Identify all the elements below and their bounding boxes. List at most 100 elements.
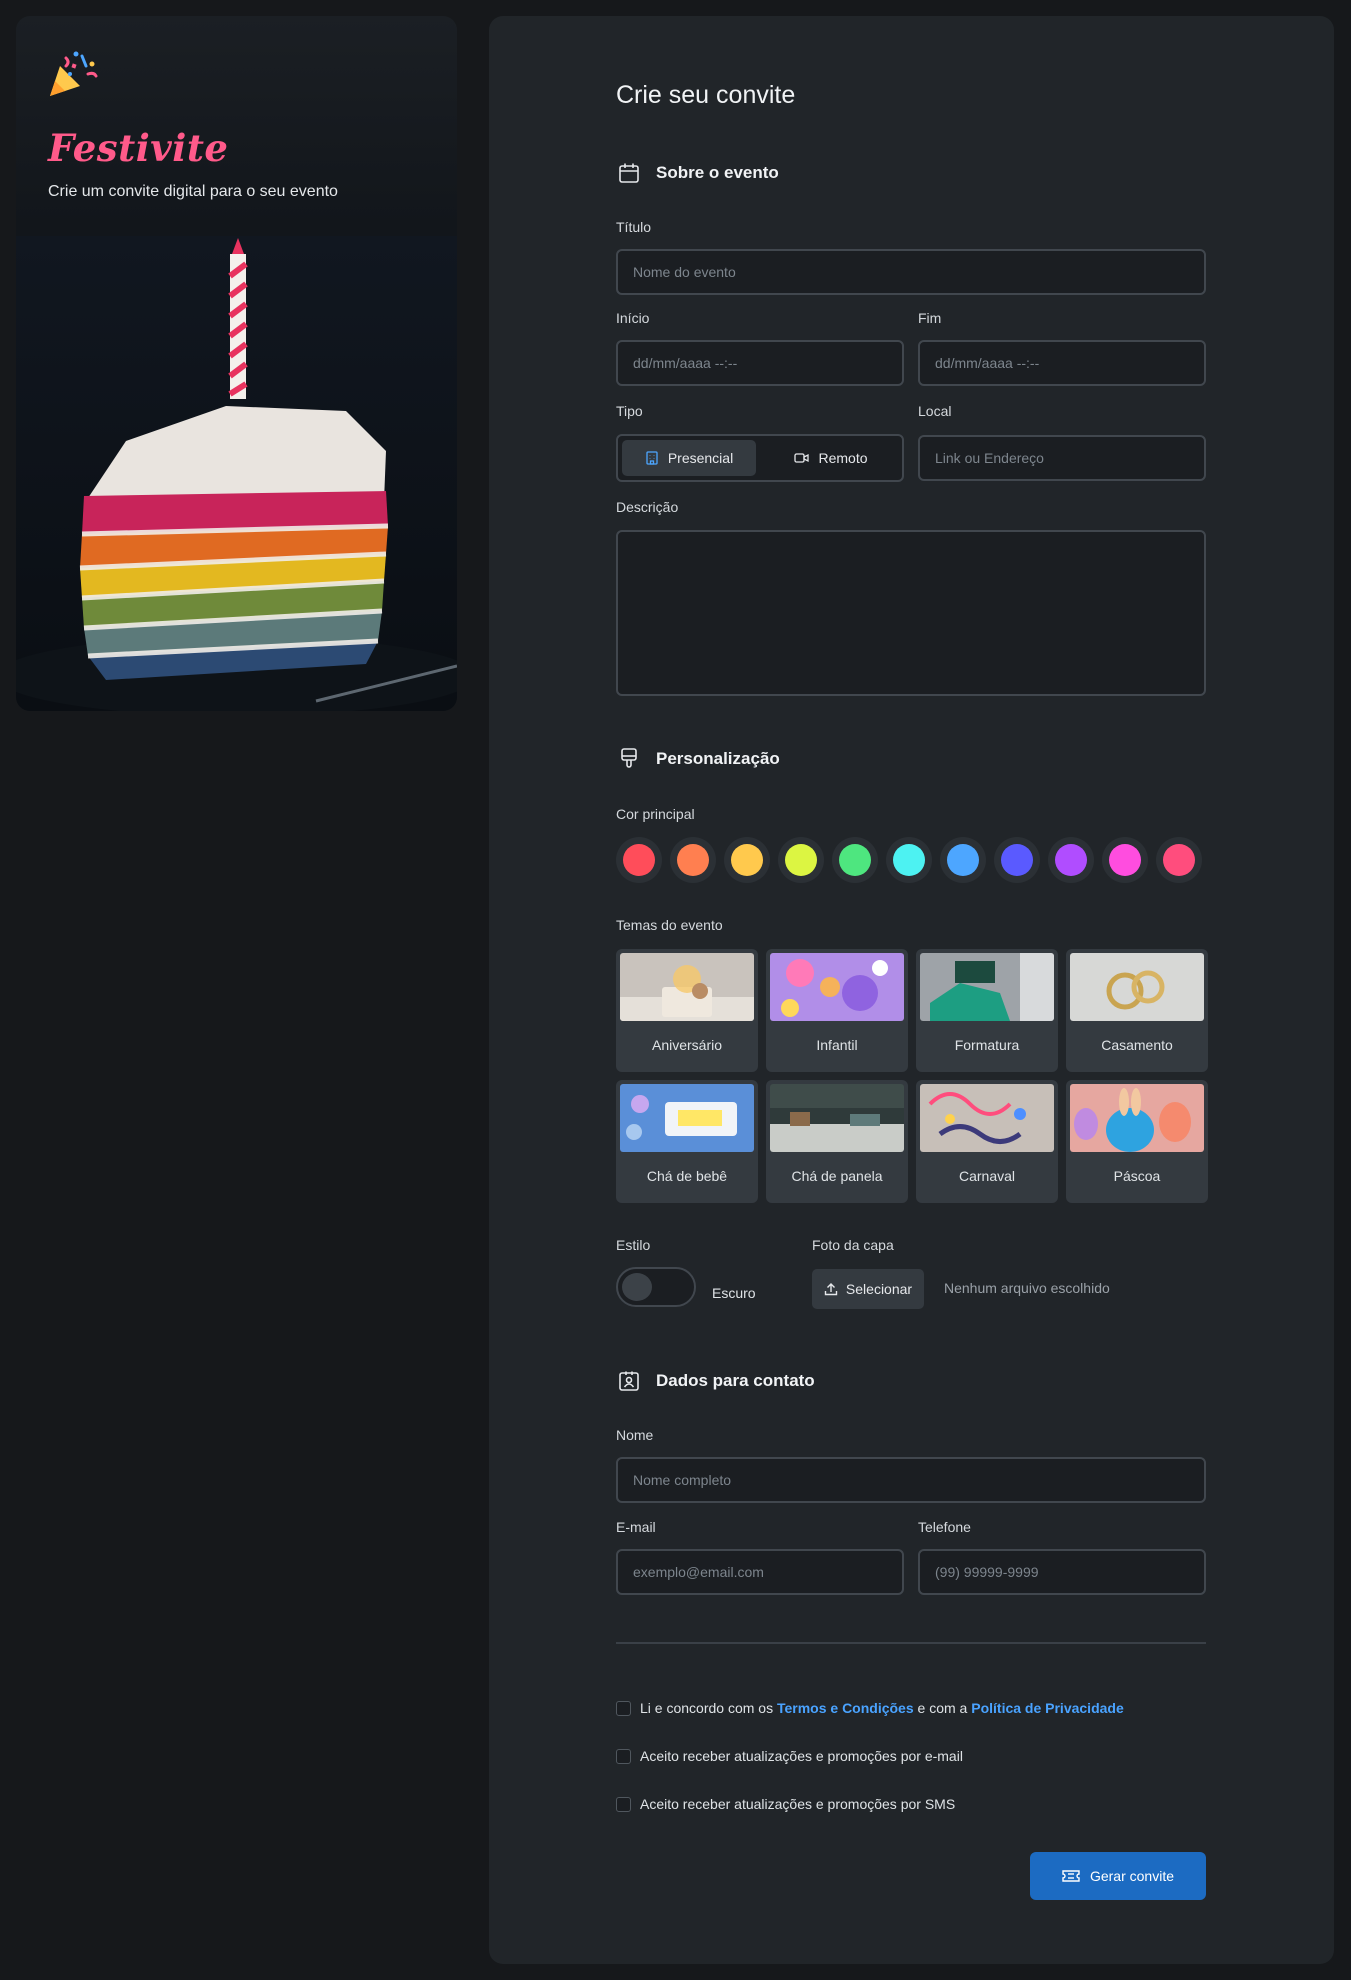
email-label: E-mail	[616, 1519, 656, 1535]
sms-optin-row: Aceito receber atualizações e promoções …	[616, 1796, 955, 1812]
color-swatch[interactable]	[616, 837, 662, 883]
theme-thumbnail	[620, 1084, 754, 1152]
main-color-label: Cor principal	[616, 806, 695, 822]
phone-input[interactable]	[918, 1549, 1206, 1595]
brand-tagline: Crie um convite digital para o seu event…	[48, 183, 338, 200]
name-input[interactable]	[616, 1457, 1206, 1503]
color-swatch-dot	[1163, 844, 1195, 876]
section-contact: Dados para contato	[616, 1368, 815, 1394]
theme-card[interactable]: Aniversário	[616, 949, 758, 1072]
description-textarea[interactable]	[616, 530, 1206, 696]
title-label: Título	[616, 219, 652, 235]
color-swatch[interactable]	[1156, 837, 1202, 883]
section-about-title: Sobre o evento	[656, 163, 779, 182]
style-value: Escuro	[712, 1285, 756, 1301]
upload-icon	[824, 1283, 838, 1296]
email-optin-label: Aceito receber atualizações e promoções …	[640, 1748, 963, 1764]
description-label: Descrição	[616, 499, 679, 515]
building-icon	[646, 451, 658, 465]
sms-optin-label: Aceito receber atualizações e promoções …	[640, 1796, 956, 1812]
type-option-remote-label: Remoto	[818, 450, 868, 466]
theme-label: Chá de bebê	[646, 1168, 728, 1184]
color-swatch-dot	[677, 844, 709, 876]
color-swatch-dot	[731, 844, 763, 876]
event-title-input[interactable]	[616, 249, 1206, 295]
terms-prefix: Li e concordo com os	[640, 1700, 774, 1716]
theme-card[interactable]: Casamento	[1066, 949, 1208, 1072]
color-swatch[interactable]	[1102, 837, 1148, 883]
color-swatch[interactable]	[940, 837, 986, 883]
theme-thumbnail	[620, 953, 754, 1021]
color-swatch[interactable]	[994, 837, 1040, 883]
theme-card[interactable]: Chá de panela	[766, 1080, 908, 1203]
page-title: Crie seu convite	[616, 81, 796, 109]
theme-grid: Aniversário Infantil Formatura Casamento Chá…	[616, 949, 1208, 1203]
style-label: Estilo	[616, 1237, 651, 1253]
section-customization-title: Personalização	[656, 749, 780, 768]
select-file-label: Selecionar	[845, 1281, 913, 1297]
divider	[616, 1642, 1206, 1644]
color-swatch[interactable]	[886, 837, 932, 883]
email-input[interactable]	[616, 1549, 904, 1595]
theme-thumbnail	[1070, 1084, 1204, 1152]
location-input[interactable]	[918, 435, 1206, 481]
theme-thumbnail	[770, 953, 904, 1021]
color-swatches	[616, 837, 1202, 883]
color-swatch[interactable]	[670, 837, 716, 883]
terms-row: Li e concordo com os Termos e Condições …	[616, 1700, 1124, 1716]
theme-thumbnail	[920, 1084, 1054, 1152]
color-swatch[interactable]	[1048, 837, 1094, 883]
theme-card[interactable]: Chá de bebê	[616, 1080, 758, 1203]
paintbrush-icon	[616, 746, 642, 772]
select-file-button[interactable]: Selecionar	[812, 1269, 924, 1309]
color-swatch-dot	[839, 844, 871, 876]
theme-card[interactable]: Formatura	[916, 949, 1058, 1072]
section-about: Sobre o evento	[616, 160, 779, 186]
theme-card[interactable]: Páscoa	[1066, 1080, 1208, 1203]
video-camera-icon	[794, 453, 810, 463]
start-datetime-input[interactable]: dd/mm/aaaa --:--	[616, 340, 904, 386]
color-swatch[interactable]	[724, 837, 770, 883]
theme-card[interactable]: Infantil	[766, 949, 908, 1072]
type-option-remote[interactable]: Remoto	[764, 440, 898, 476]
color-swatch-dot	[1109, 844, 1141, 876]
theme-thumbnail	[920, 953, 1054, 1021]
email-optin-checkbox[interactable]	[616, 1748, 631, 1764]
type-option-in-person[interactable]: Presencial	[622, 440, 756, 476]
theme-thumbnail	[1070, 953, 1204, 1021]
type-label: Tipo	[616, 403, 643, 419]
terms-link[interactable]: Termos e Condições	[777, 1700, 914, 1716]
theme-label: Carnaval	[958, 1168, 1016, 1184]
themes-label: Temas do evento	[616, 917, 723, 933]
color-swatch-dot	[623, 844, 655, 876]
generate-invite-label: Gerar convite	[1089, 1868, 1175, 1884]
color-swatch[interactable]	[832, 837, 878, 883]
location-label: Local	[918, 403, 952, 419]
sms-optin-checkbox[interactable]	[616, 1796, 631, 1812]
party-popper-icon	[50, 51, 98, 96]
birthday-cake-photo	[16, 236, 457, 711]
phone-label: Telefone	[918, 1519, 971, 1535]
terms-text: Li e concordo com os Termos e Condições …	[640, 1700, 1124, 1716]
contact-card-icon	[616, 1368, 642, 1394]
end-datetime-input[interactable]: dd/mm/aaaa --:--	[918, 340, 1206, 386]
theme-label: Aniversário	[651, 1037, 723, 1053]
cover-photo-label: Foto da capa	[812, 1237, 894, 1253]
color-swatch[interactable]	[778, 837, 824, 883]
terms-checkbox[interactable]	[616, 1700, 631, 1716]
privacy-link[interactable]: Política de Privacidade	[971, 1700, 1124, 1716]
theme-card[interactable]: Carnaval	[916, 1080, 1058, 1203]
dark-mode-toggle[interactable]	[616, 1267, 696, 1307]
start-label: Início	[616, 310, 650, 326]
email-optin-row: Aceito receber atualizações e promoções …	[616, 1748, 963, 1764]
theme-label: Formatura	[954, 1037, 1020, 1053]
name-label: Nome	[616, 1427, 654, 1443]
generate-invite-button[interactable]: Gerar convite	[1030, 1852, 1206, 1900]
brand-name: Festivite	[48, 126, 229, 170]
color-swatch-dot	[1055, 844, 1087, 876]
form-panel: Crie seu convite Sobre o evento Título I…	[489, 16, 1334, 1964]
color-swatch-dot	[893, 844, 925, 876]
ticket-icon	[1062, 1870, 1080, 1882]
color-swatch-dot	[947, 844, 979, 876]
toggle-knob	[622, 1273, 652, 1301]
